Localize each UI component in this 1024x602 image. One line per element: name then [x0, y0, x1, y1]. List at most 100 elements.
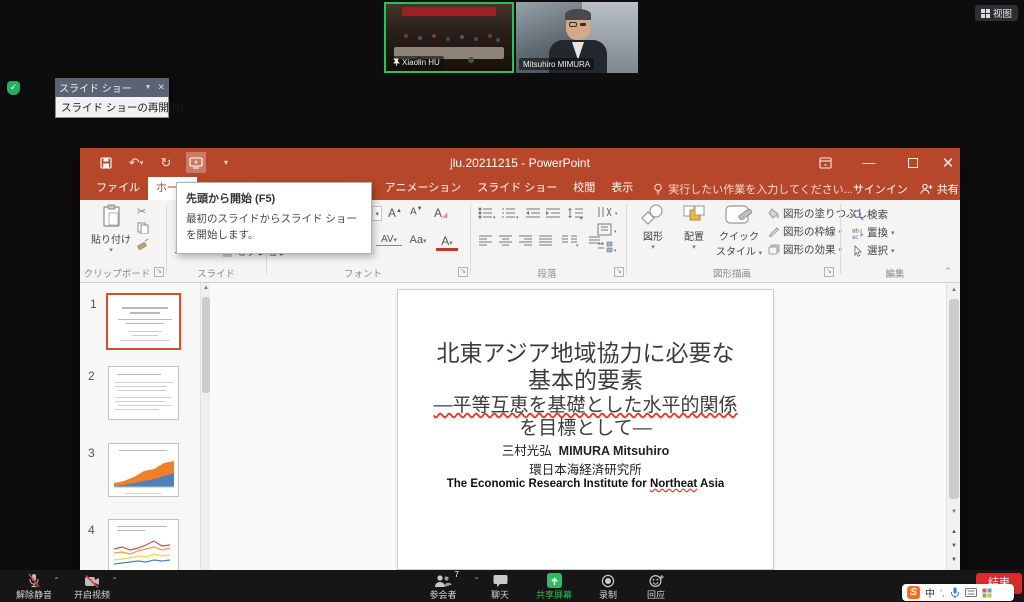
save-icon[interactable] [96, 152, 116, 173]
tab-review[interactable]: 校閲 [565, 177, 603, 200]
ime-mic-icon[interactable] [950, 587, 960, 599]
decrease-indent-icon[interactable] [525, 207, 541, 220]
share-screen-button[interactable]: 共享屏幕 [528, 572, 580, 601]
previous-slide-icon[interactable]: ▲ [947, 527, 961, 538]
encryption-shield-icon[interactable]: ✓ [7, 81, 20, 95]
slide-thumbnail-2[interactable] [108, 366, 179, 420]
thumbnail-scrollbar[interactable]: ▲ [200, 283, 210, 575]
scroll-down-icon[interactable]: ▼ [947, 507, 961, 518]
format-painter-icon[interactable] [137, 238, 149, 250]
slide-thumbnail-3[interactable] [108, 443, 179, 497]
video-tile-room[interactable]: Xiaolin HU [384, 2, 514, 73]
svg-text:▾: ▾ [614, 229, 617, 235]
font-color-button[interactable]: A▾ [436, 234, 458, 251]
close-button[interactable]: ✕ [936, 148, 960, 177]
quick-styles-button[interactable]: クイック スタイル ▾ [716, 204, 762, 258]
ppt-titlebar[interactable]: ↶▾ ↻ ▾ jlu.20211215 - PowerPoint — ✕ [80, 148, 960, 177]
paragraph-dialog-launcher[interactable]: ↘ [614, 267, 624, 277]
start-slideshow-icon[interactable] [186, 152, 206, 173]
view-button[interactable]: 视图 [975, 5, 1018, 21]
share-button[interactable]: 共有 [920, 181, 959, 197]
start-video-button[interactable]: 开启视频 ⌃ [64, 572, 120, 601]
shapes-label: 図形 [643, 228, 663, 243]
editor-scrollbar[interactable]: ▲ ▼ ▲ ▼ ▼ [946, 283, 960, 575]
next-slide-icon-2[interactable]: ▼ [947, 555, 961, 566]
qat-customize-icon[interactable]: ▾ [216, 152, 236, 173]
undo-icon[interactable]: ↶▾ [126, 152, 146, 173]
columns-icon[interactable]: ▾ [561, 234, 581, 247]
ime-punctuation-toggle[interactable]: ’, [940, 588, 945, 598]
change-case-button[interactable]: Aa▾ [406, 234, 430, 246]
paste-button[interactable]: 貼り付け ▾ [90, 204, 132, 254]
mute-options-chevron[interactable]: ⌃ [53, 576, 60, 585]
copy-icon[interactable] [137, 222, 149, 234]
ribbon: 貼り付け ▾ ✂ クリップボード ↘ 新しい スライド ▾ セクション▾ [80, 200, 960, 283]
svg-text:▾: ▾ [614, 248, 617, 254]
increase-indent-icon[interactable] [545, 207, 561, 220]
text-direction-icon[interactable]: ▾ [596, 206, 620, 218]
maximize-button[interactable] [892, 148, 934, 177]
ime-toolbar[interactable]: S 中 ’, [902, 584, 1014, 601]
ribbon-display-options-icon[interactable] [808, 148, 842, 177]
select-label: 選択 [867, 243, 888, 258]
mute-button[interactable]: 解除静音 ⌃ [6, 572, 62, 601]
ime-language-toggle[interactable]: 中 [925, 585, 935, 600]
minimize-button[interactable]: — [848, 148, 890, 177]
clipboard-dialog-launcher[interactable]: ↘ [154, 267, 164, 277]
editor-scrollbar-thumb[interactable] [949, 299, 959, 499]
next-slide-icon[interactable]: ▼ [947, 541, 961, 552]
sogou-logo-icon[interactable]: S [907, 586, 920, 599]
tell-me-box[interactable]: 実行したい作業を入力してください... [653, 181, 853, 197]
current-slide[interactable]: 北東アジア地域協力に必要な 基本的要素 ―平等互恵を基礎とした水平的関係 を目標… [397, 289, 774, 570]
slide-thumbnail-1[interactable] [106, 293, 181, 350]
tab-animations[interactable]: アニメーション [377, 177, 470, 200]
participants-button[interactable]: 7 参会者 ⌃ [412, 572, 474, 601]
clear-formatting-icon[interactable]: A◢ [434, 206, 447, 220]
bullets-icon[interactable]: ▾ [478, 207, 496, 220]
select-button[interactable]: 選択▾ [852, 243, 895, 258]
chat-button[interactable]: 聊天 [478, 572, 522, 601]
shape-effects-button[interactable]: 図形の効果▾ [768, 242, 842, 257]
drawing-dialog-launcher[interactable]: ↘ [824, 267, 834, 277]
find-button[interactable]: 検索 [852, 207, 888, 222]
slide-thumbnail-4[interactable] [108, 519, 179, 573]
svg-text:ab: ab [852, 228, 859, 234]
tab-view[interactable]: 表示 [603, 177, 641, 200]
align-left-icon[interactable] [478, 234, 493, 247]
justify-icon[interactable] [538, 234, 553, 247]
sign-in-link[interactable]: サインイン [853, 181, 908, 197]
video-tile-speaker[interactable]: Mitsuhiro MIMURA [516, 2, 638, 73]
shape-outline-button[interactable]: 図形の枠線▾ [768, 224, 842, 239]
slideshow-resume-menu-item[interactable]: スライド ショーの再開(R) [55, 97, 169, 118]
collapse-ribbon-icon[interactable]: ⌃ [944, 266, 952, 277]
chevron-down-icon[interactable]: ▼ [145, 84, 152, 91]
redo-icon[interactable]: ↻ [156, 152, 176, 173]
text-box-icon[interactable]: ▾ [588, 234, 606, 247]
line-spacing-icon[interactable]: ▾ [567, 207, 585, 220]
scroll-up-icon[interactable]: ▲ [947, 285, 961, 296]
record-button[interactable]: 录制 [586, 572, 630, 601]
shrink-font-icon[interactable]: A▼ [410, 206, 423, 217]
tab-file[interactable]: ファイル [88, 177, 148, 200]
video-options-chevron[interactable]: ⌃ [111, 576, 118, 585]
font-dialog-launcher[interactable]: ↘ [458, 267, 468, 277]
numbering-icon[interactable]: ▾ [501, 207, 519, 220]
cut-icon[interactable]: ✂ [137, 205, 146, 218]
participants-count: 7 [455, 570, 459, 579]
slideshow-popup-titlebar[interactable]: スライド ショー ▼ ✕ [55, 78, 169, 97]
grow-font-icon[interactable]: A▲ [388, 206, 402, 220]
align-center-icon[interactable] [498, 234, 513, 247]
shapes-button[interactable]: 図形 ▾ [634, 204, 672, 251]
close-icon[interactable]: ✕ [157, 82, 165, 93]
thumb-scrollbar-thumb[interactable] [202, 297, 210, 393]
ime-keyboard-icon[interactable] [965, 588, 977, 597]
participant-name: Mitsuhiro MIMURA [523, 60, 590, 69]
align-right-icon[interactable] [518, 234, 533, 247]
tab-slideshow[interactable]: スライド ショー [469, 177, 565, 200]
shape-effects-label: 図形の効果 [783, 242, 836, 257]
reactions-button[interactable]: 回应 [634, 572, 678, 601]
char-spacing-button[interactable]: AV▾ [376, 234, 402, 246]
arrange-button[interactable]: 配置 ▾ [675, 204, 713, 251]
replace-button[interactable]: abac 置換▾ [852, 225, 895, 240]
ime-toolbox-icon[interactable] [982, 588, 992, 598]
